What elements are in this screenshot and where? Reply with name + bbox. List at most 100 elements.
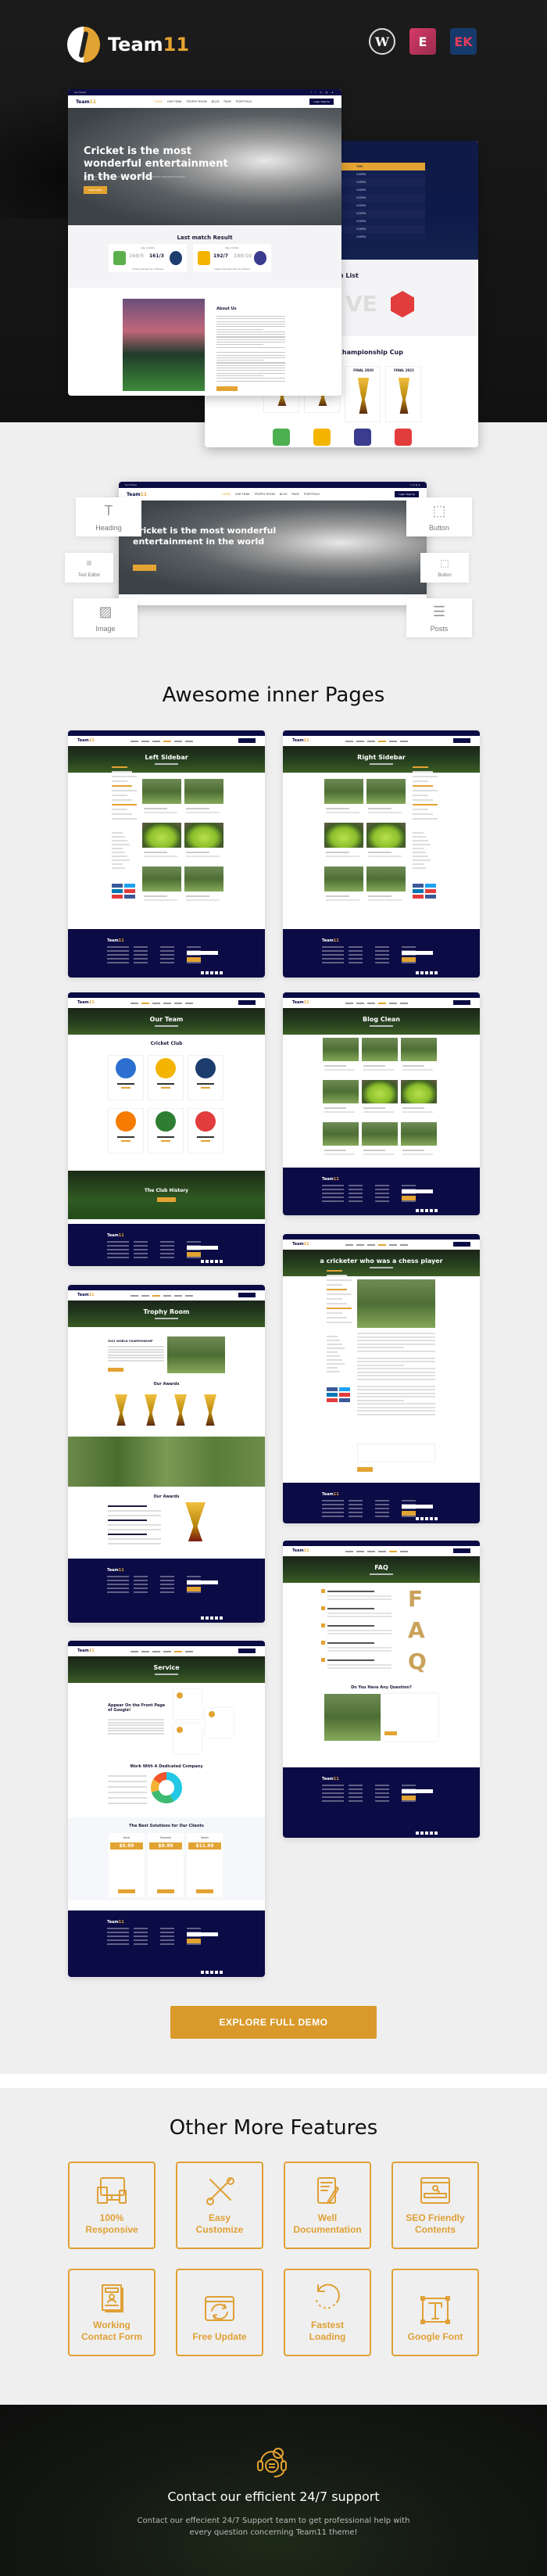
category-link[interactable] [413,867,426,869]
social-share-button[interactable] [327,1398,338,1402]
social-share-button[interactable] [425,895,436,899]
signup-button[interactable] [402,1796,416,1800]
social-share-button[interactable] [339,1387,350,1391]
sidebar-link[interactable] [413,818,438,820]
login-button[interactable] [453,738,470,743]
social-icon[interactable] [430,971,433,974]
post-title[interactable] [326,895,349,897]
category-link[interactable] [413,848,424,849]
faq-question[interactable] [327,1625,374,1627]
social-share-button[interactable] [112,884,123,888]
sidebar-link[interactable] [413,804,438,805]
nav-link[interactable] [400,1551,408,1552]
post-title[interactable] [402,1150,424,1151]
sidebar-link[interactable] [413,790,438,791]
post-thumbnail[interactable] [362,1038,398,1061]
sidebar-link[interactable] [413,785,433,787]
nav-link[interactable] [356,1244,364,1246]
category-link[interactable] [112,867,125,869]
sidebar-link[interactable] [327,1275,347,1276]
post-thumbnail[interactable] [323,1038,359,1061]
login-button[interactable] [238,1293,256,1297]
nav-link[interactable] [152,741,160,742]
topbar-tickets[interactable]: Get Tickets [74,91,86,94]
nav-page[interactable]: PAGE [291,493,299,496]
sidebar-link[interactable] [112,776,137,777]
social-icon[interactable] [210,1260,213,1263]
send-button[interactable] [384,1731,397,1735]
signup-input[interactable] [402,951,433,955]
comment-textarea[interactable] [357,1444,435,1462]
social-icon[interactable] [215,971,218,974]
sidebar-link[interactable] [112,780,127,782]
post-title[interactable] [402,1065,424,1067]
sidebar-link[interactable] [413,799,433,801]
social-icon[interactable] [220,971,223,974]
view-more-button[interactable]: VIEW MORE [84,186,107,194]
post-title[interactable] [326,808,349,809]
nav-link[interactable] [130,1651,138,1652]
nav-link[interactable] [378,1003,386,1004]
post-thumbnail[interactable] [401,1122,437,1146]
category-link[interactable] [112,844,130,845]
social-icon[interactable] [210,1616,213,1620]
post-title[interactable] [186,808,209,809]
social-share-button[interactable] [339,1398,350,1402]
sidebar-link[interactable] [327,1322,352,1323]
post-thumbnail[interactable] [184,779,223,804]
social-icon[interactable] [420,971,424,974]
nav-link[interactable] [163,1003,171,1004]
nav-link[interactable] [152,1295,160,1297]
sidebar-link[interactable] [327,1308,352,1309]
signup-input[interactable] [187,951,218,955]
sidebar-link[interactable] [413,813,433,815]
post-title[interactable] [368,895,391,897]
nav-link[interactable] [185,1295,193,1297]
post-thumbnail[interactable] [324,823,363,848]
sidebar-link[interactable] [112,766,127,768]
faq-question[interactable] [327,1659,374,1661]
nav-link[interactable] [400,1244,408,1246]
post-title[interactable] [324,1065,346,1067]
signup-button[interactable] [402,1196,416,1200]
social-icon[interactable] [425,1517,428,1520]
sidebar-link[interactable] [327,1312,342,1314]
post-thumbnail[interactable] [184,823,223,848]
social-share-button[interactable] [124,884,135,888]
login-button[interactable] [453,1000,470,1005]
nav-link[interactable] [141,1651,149,1652]
signup-button[interactable] [187,1252,201,1257]
social-icon[interactable] [206,1260,209,1263]
social-icon[interactable] [206,1971,209,1974]
widget-posts[interactable]: ☰ Posts [406,598,472,637]
category-link[interactable] [413,832,424,834]
social-icon[interactable] [210,971,213,974]
category-link[interactable] [112,856,127,857]
read-more-button[interactable] [216,386,238,391]
read-more-button[interactable] [108,1368,123,1372]
nav-link[interactable] [356,1003,364,1004]
social-icon[interactable] [210,1971,213,1974]
category-link[interactable] [327,1351,338,1353]
nav-trophy-room[interactable]: TROPHY ROOM [254,493,274,496]
signup-input[interactable] [187,1246,218,1250]
sidebar-link[interactable] [112,785,132,787]
nav-link[interactable] [141,1003,149,1004]
nav-link[interactable] [367,1003,375,1004]
social-icon[interactable] [215,1616,218,1620]
social-share-button[interactable] [425,884,436,888]
nav-our-team[interactable]: OUR TEAM [167,100,181,103]
post-title[interactable] [363,1065,385,1067]
category-link[interactable] [413,844,431,845]
social-icon[interactable] [416,1209,419,1212]
post-comment-button[interactable] [357,1467,373,1472]
post-thumbnail[interactable] [362,1122,398,1146]
faq-toggle-icon[interactable] [321,1589,325,1593]
social-icon[interactable] [416,971,419,974]
post-title[interactable] [324,1150,346,1151]
get-started-button[interactable] [157,1889,174,1893]
social-share-button[interactable] [339,1393,350,1397]
widget-button-small[interactable]: ⬚ Button [420,553,469,583]
social-icon[interactable] [206,1616,209,1620]
post-thumbnail[interactable] [362,1080,398,1103]
